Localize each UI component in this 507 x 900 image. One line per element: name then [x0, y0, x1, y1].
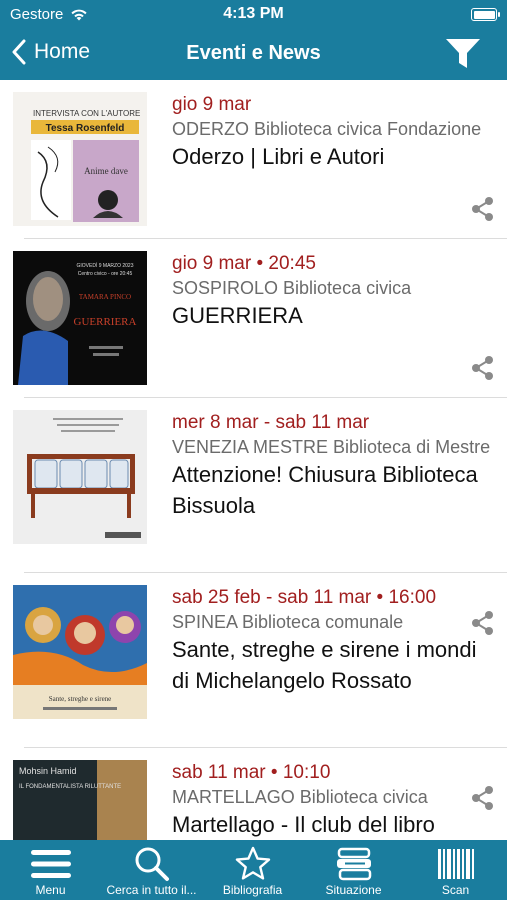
- thumb-text: GUERRIERA: [74, 316, 137, 328]
- event-row[interactable]: INTERVISTA CON L'AUTORE Tessa Rosenfeld …: [0, 80, 507, 238]
- battery-icon: [471, 8, 500, 21]
- event-date: gio 9 mar: [172, 94, 252, 115]
- search-icon: [135, 847, 169, 881]
- filter-button[interactable]: [445, 38, 481, 75]
- event-date: mer 8 mar - sab 11 mar: [172, 412, 370, 433]
- chevron-left-icon: [12, 39, 26, 65]
- event-title: Martellago - Il club del libro: [172, 812, 435, 837]
- event-location: ODERZO Biblioteca civica Fondazione: [172, 119, 482, 139]
- filter-icon: [446, 39, 480, 68]
- tab-label: Situazione: [325, 883, 382, 897]
- thumb-text: Sante, streghe e sirene: [49, 695, 112, 703]
- thumb-text: Tessa Rosenfeld: [46, 123, 125, 134]
- tab-bar: Menu Cerca in tutto il... Bibliografia S…: [0, 840, 507, 900]
- event-date: gio 9 mar • 20:45: [172, 253, 316, 274]
- event-thumbnail: Mohsin Hamid IL FONDAMENTALISTA RILUTTAN…: [13, 760, 147, 840]
- tab-situazione[interactable]: Situazione: [303, 840, 404, 900]
- event-list[interactable]: INTERVISTA CON L'AUTORE Tessa Rosenfeld …: [0, 80, 507, 840]
- navigation-bar: Home Eventi e News: [0, 30, 507, 80]
- tab-label: Menu: [35, 883, 66, 897]
- event-location: VENEZIA MESTRE Biblioteca di Mestre: [172, 437, 491, 457]
- status-bar: Gestore 4:13 PM: [0, 0, 507, 30]
- event-title: Oderzo | Libri e Autori: [172, 144, 385, 169]
- thumb-text: Centro civico - ore 20:45: [78, 271, 133, 277]
- thumb-text: GIOVEDÌ 9 MARZO 2023: [77, 262, 134, 269]
- thumb-text: Mohsin Hamid: [19, 766, 77, 776]
- tab-bibliografia[interactable]: Bibliografia: [202, 840, 303, 900]
- tab-label: Scan: [441, 883, 470, 897]
- tab-scan[interactable]: Scan: [404, 840, 507, 900]
- tab-search[interactable]: Cerca in tutto il...: [101, 840, 202, 900]
- star-icon: [235, 846, 270, 880]
- event-title: Attenzione! Chiusura Biblioteca Bissuola: [172, 462, 478, 518]
- event-date: sab 11 mar • 10:10: [172, 762, 331, 783]
- thumb-text: IL FONDAMENTALISTA RILUTTANTE: [19, 784, 121, 790]
- event-thumbnail: Sante, streghe e sirene: [13, 585, 147, 719]
- event-thumbnail: [13, 410, 147, 544]
- back-button[interactable]: Home: [12, 39, 90, 65]
- share-icon[interactable]: [470, 196, 496, 222]
- event-location: SOSPIROLO Biblioteca civica: [172, 278, 412, 298]
- share-icon[interactable]: [470, 355, 496, 381]
- event-title: Sante, streghe e sirene i mondi di Miche…: [172, 637, 477, 693]
- event-thumbnail: INTERVISTA CON L'AUTORE Tessa Rosenfeld …: [13, 92, 147, 226]
- event-row[interactable]: GIOVEDÌ 9 MARZO 2023 Centro civico - ore…: [0, 239, 507, 397]
- tab-label: Cerca in tutto il...: [106, 883, 197, 897]
- barcode-icon: [437, 849, 474, 879]
- event-title: GUERRIERA: [172, 303, 303, 328]
- event-thumbnail: GIOVEDÌ 9 MARZO 2023 Centro civico - ore…: [13, 251, 147, 385]
- event-date: sab 25 feb - sab 11 mar • 16:00: [172, 587, 437, 608]
- thumb-text: Anime dave: [84, 166, 128, 176]
- clock: 4:13 PM: [223, 5, 284, 22]
- event-row[interactable]: Sante, streghe e sirene sab 25 feb - sab…: [0, 573, 507, 810]
- thumb-text: INTERVISTA CON L'AUTORE: [33, 109, 140, 118]
- tab-label: Bibliografia: [222, 883, 283, 897]
- event-location: MARTELLAGO Biblioteca civica: [172, 787, 428, 807]
- back-button-label: Home: [34, 40, 91, 63]
- event-row[interactable]: Mohsin Hamid IL FONDAMENTALISTA RILUTTAN…: [0, 748, 507, 840]
- tab-menu[interactable]: Menu: [0, 840, 101, 900]
- event-row[interactable]: mer 8 mar - sab 11 mar VENEZIA MESTRE Bi…: [0, 398, 507, 635]
- menu-icon: [30, 850, 71, 878]
- books-icon: [336, 847, 371, 881]
- thumb-text: TAMARA PINCO: [79, 293, 131, 301]
- event-location: SPINEA Biblioteca comunale: [172, 612, 404, 632]
